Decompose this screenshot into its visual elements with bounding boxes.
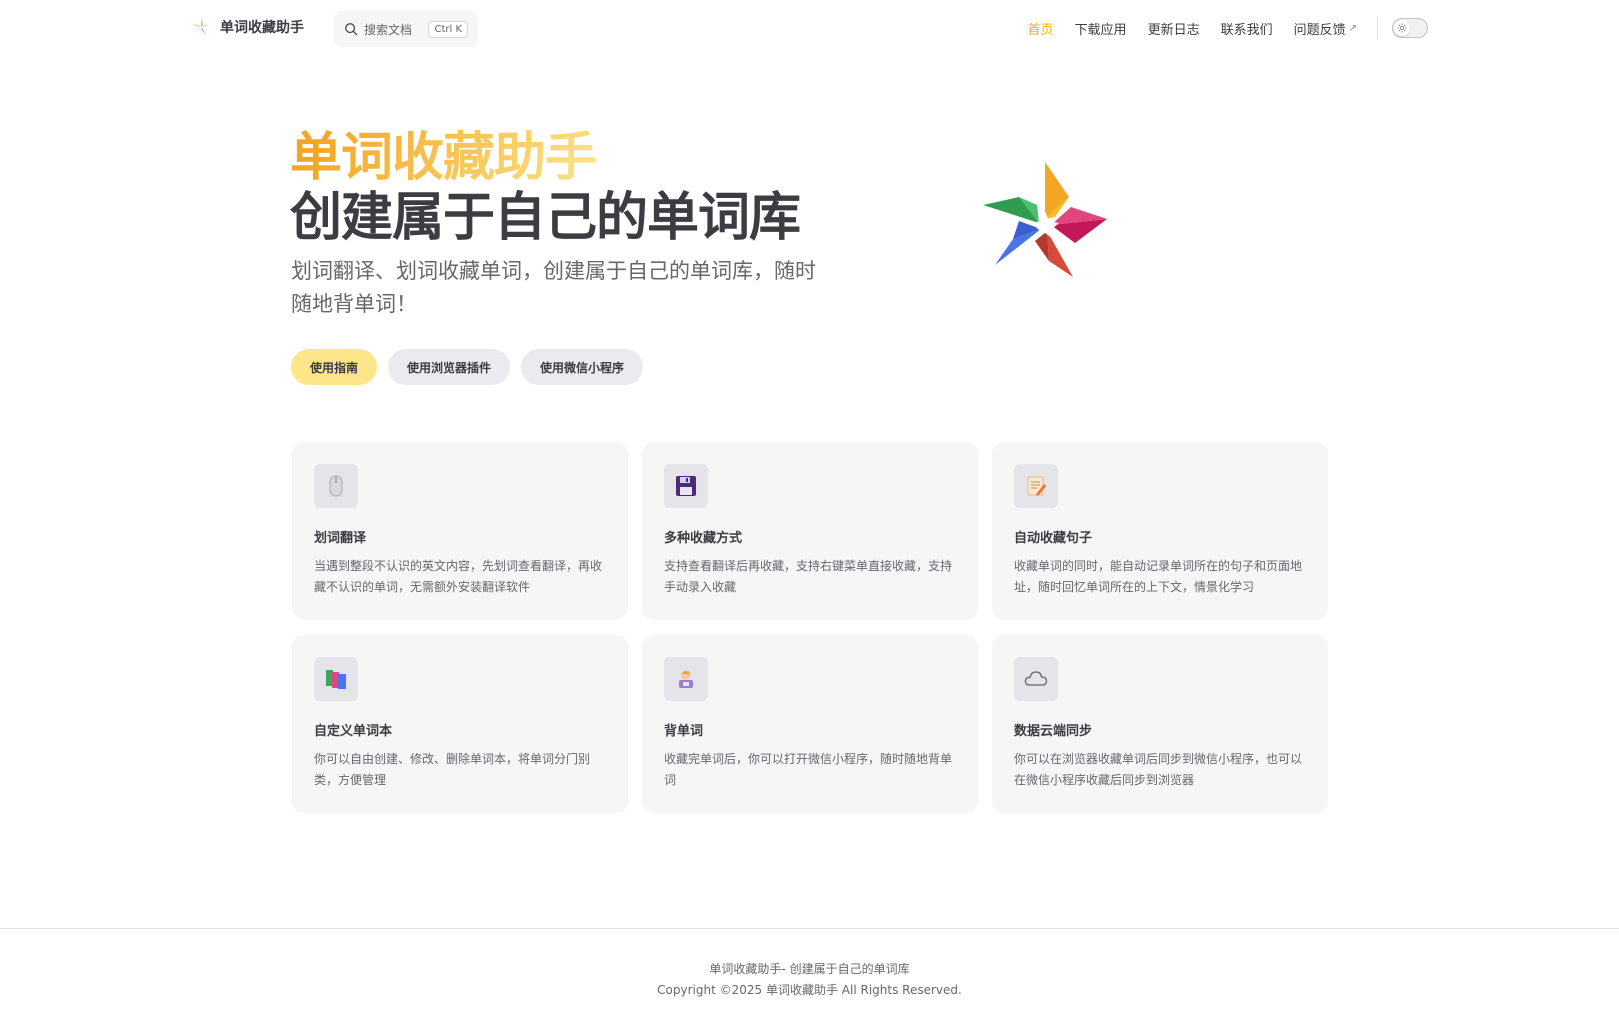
- feature-card: 数据云端同步 你可以在浏览器收藏单词后同步到微信小程序，也可以在微信小程序收藏后…: [992, 635, 1328, 813]
- nav-link-label: 联系我们: [1220, 22, 1273, 38]
- hero-text: 创建属于自己的单词库: [290, 188, 801, 248]
- hero-name: 单词收藏助手: [290, 128, 597, 188]
- feature-card: 多种收藏方式 支持查看翻译后再收藏，支持右键菜单直接收藏，支持手动录入收藏: [642, 442, 978, 620]
- sun-icon: [1397, 23, 1407, 33]
- external-link-icon: ↗: [1348, 22, 1357, 34]
- feature-desc: 收藏完单词后，你可以打开微信小程序，随时随地背单词: [664, 752, 953, 787]
- pinwheel-star-logo: [983, 162, 1107, 277]
- nav-link-label: 问题反馈: [1293, 22, 1346, 38]
- site-title: 单词收藏助手: [220, 20, 304, 36]
- feature-desc: 你可以自由创建、修改、删除单词本，将单词分门别类，方便管理: [314, 752, 591, 787]
- feature-desc: 你可以在浏览器收藏单词后同步到微信小程序，也可以在微信小程序收藏后同步到浏览器: [1014, 752, 1303, 787]
- guide-button[interactable]: 使用指南: [291, 349, 378, 385]
- feature-card: 划词翻译 当遇到整段不认识的英文内容，先划词查看翻译，再收藏不认识的单词，无需额…: [292, 442, 628, 620]
- student-icon: [664, 657, 708, 701]
- footer: 单词收藏助手- 创建属于自己的单词库 Copyright ©2025 单词收藏助…: [0, 928, 1619, 1013]
- brand-link[interactable]: 单词收藏助手: [190, 16, 304, 38]
- feature-desc: 收藏单词的同时，能自动记录单词所在的句子和页面地址，随时回忆单词所在的上下文，情…: [1014, 559, 1303, 594]
- top-nav: 单词收藏助手 搜索文档 Ctrl K 首页 下载应用 更新日志 联系我们 问题反…: [0, 0, 1619, 56]
- nav-link-contact[interactable]: 联系我们: [1221, 19, 1273, 38]
- browser-extension-button[interactable]: 使用浏览器插件: [388, 349, 511, 385]
- feature-title: 自动收藏句子: [1014, 531, 1093, 546]
- search-icon: [345, 23, 358, 36]
- nav-link-download[interactable]: 下载应用: [1075, 19, 1127, 38]
- feature-card: 自定义单词本 你可以自由创建、修改、删除单词本，将单词分门别类，方便管理: [292, 635, 628, 813]
- feature-title: 背单词: [664, 724, 704, 739]
- nav-link-label: 首页: [1027, 22, 1054, 38]
- nav-links: 首页 下载应用 更新日志 联系我们 问题反馈 ↗: [1007, 16, 1428, 40]
- mouse-icon: [314, 464, 358, 508]
- search-button[interactable]: 搜索文档 Ctrl K: [334, 11, 478, 47]
- nav-link-label: 下载应用: [1074, 22, 1127, 38]
- memo-icon: [1014, 464, 1058, 508]
- search-placeholder: 搜索文档: [364, 22, 413, 37]
- search-shortcut-badge: Ctrl K: [428, 20, 468, 38]
- nav-link-label: 更新日志: [1147, 22, 1200, 38]
- footer-message: 单词收藏助手- 创建属于自己的单词库: [709, 962, 910, 976]
- nav-divider: [1377, 16, 1378, 40]
- feature-title: 数据云端同步: [1014, 724, 1093, 739]
- nav-link-home[interactable]: 首页: [1028, 19, 1054, 38]
- feature-title: 自定义单词本: [314, 724, 393, 739]
- feature-title: 多种收藏方式: [664, 531, 743, 546]
- books-icon: [314, 657, 358, 701]
- theme-toggle[interactable]: [1392, 18, 1428, 38]
- footer-copyright: Copyright ©2025 单词收藏助手 All Rights Reserv…: [657, 983, 962, 997]
- wechat-miniprogram-button[interactable]: 使用微信小程序: [521, 349, 644, 385]
- pinwheel-logo-icon: [191, 17, 211, 36]
- features-grid: 划词翻译 当遇到整段不认识的英文内容，先划词查看翻译，再收藏不认识的单词，无需额…: [292, 442, 1328, 813]
- feature-desc: 支持查看翻译后再收藏，支持右键菜单直接收藏，支持手动录入收藏: [664, 559, 953, 594]
- nav-link-feedback[interactable]: 问题反馈 ↗: [1294, 19, 1357, 38]
- hero-actions: 使用指南 使用浏览器插件 使用微信小程序: [291, 349, 644, 385]
- theme-knob: [1394, 20, 1410, 36]
- feature-desc: 当遇到整段不认识的英文内容，先划词查看翻译，再收藏不认识的单词，无需额外安装翻译…: [314, 559, 603, 594]
- floppy-disk-icon: [664, 464, 708, 508]
- feature-card: 背单词 收藏完单词后，你可以打开微信小程序，随时随地背单词: [642, 635, 978, 813]
- nav-link-changelog[interactable]: 更新日志: [1148, 19, 1200, 38]
- hero-tagline: 划词翻译、划词收藏单词，创建属于自己的单词库，随时随地背单词！: [291, 259, 816, 316]
- feature-card: 自动收藏句子 收藏单词的同时，能自动记录单词所在的句子和页面地址，随时回忆单词所…: [992, 442, 1328, 620]
- cloud-icon: [1014, 657, 1058, 701]
- feature-title: 划词翻译: [314, 531, 367, 546]
